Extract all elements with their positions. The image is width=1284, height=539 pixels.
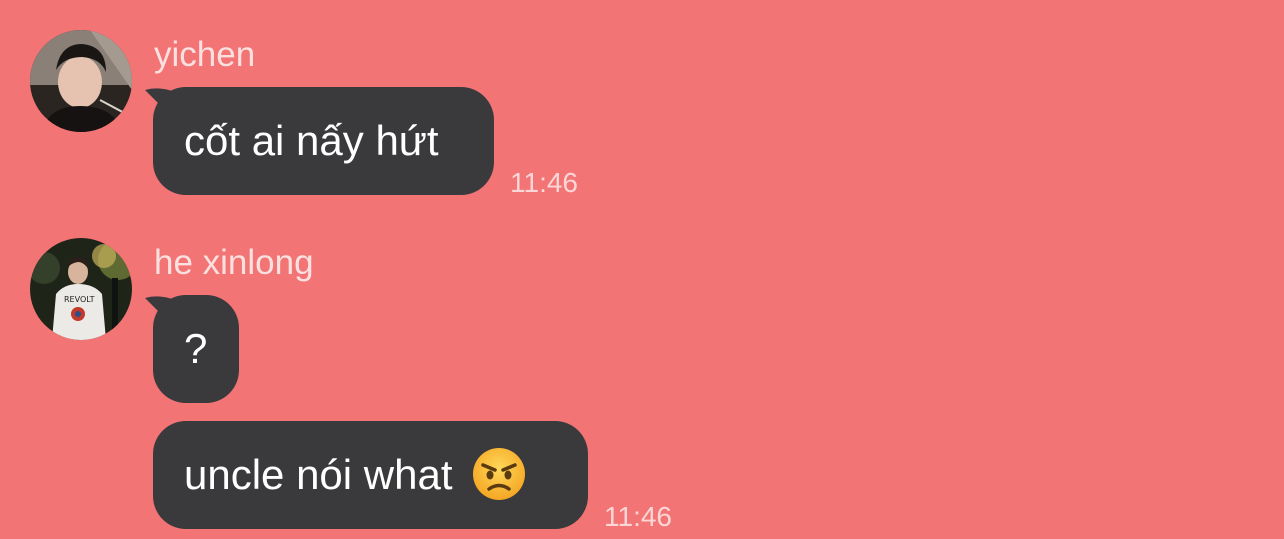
message-bubble[interactable]: cốt ai nấy hứt: [153, 87, 494, 195]
message-text: uncle nói what: [184, 451, 453, 498]
avatar[interactable]: REVOLT: [30, 238, 132, 340]
angry-face-icon: [473, 447, 526, 500]
chat-thread: yichen cốt ai nấy hứt 11:46 REVOLT he xi…: [0, 0, 1284, 539]
sender-name: he xinlong: [154, 243, 314, 282]
message-timestamp: 11:46: [510, 167, 578, 198]
avatar[interactable]: [30, 30, 132, 132]
message-bubble[interactable]: uncle nói what: [153, 421, 588, 529]
avatar-photo-icon: [30, 30, 132, 132]
message-text: cốt ai nấy hứt: [184, 117, 439, 164]
message-timestamp: 11:46: [604, 501, 672, 532]
message-bubble[interactable]: ?: [153, 295, 239, 403]
avatar-photo-icon: REVOLT: [30, 238, 132, 340]
sender-name: yichen: [154, 35, 256, 74]
message-text: ?: [184, 325, 208, 372]
svg-text:REVOLT: REVOLT: [64, 295, 95, 304]
